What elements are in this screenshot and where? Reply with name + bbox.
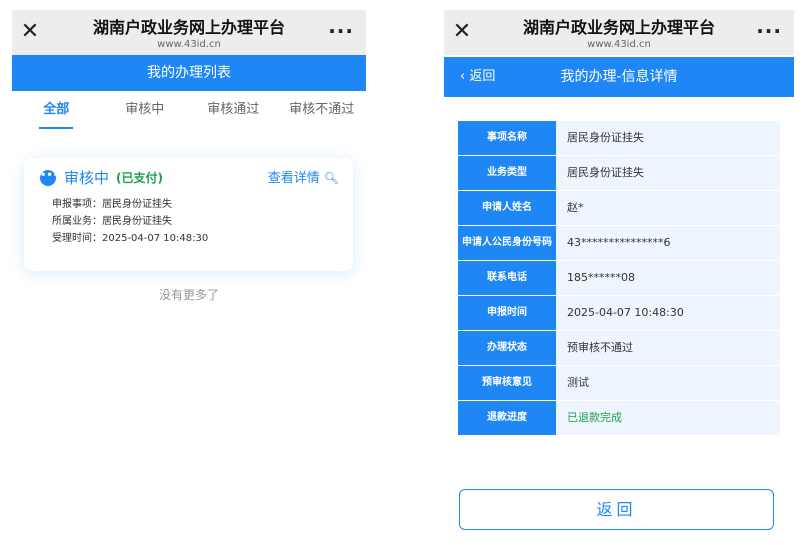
row-value: 2025-04-07 10:48:30 — [556, 296, 780, 330]
table-row: 事项名称 居民身份证挂失 — [458, 121, 780, 156]
table-row: 联系电话 185******08 — [458, 261, 780, 296]
more-icon[interactable]: ··· — [328, 20, 354, 42]
table-row: 退款进度 已退款完成 — [458, 401, 780, 436]
row-label: 事项名称 — [458, 121, 556, 155]
view-detail-label: 查看详情 — [267, 171, 320, 186]
table-row: 预审核意见 测试 — [458, 366, 780, 401]
wechat-top-bar: ✕ 湖南户政业务网上办理平台 www.43id.cn ··· — [12, 10, 366, 55]
tab-approved[interactable]: 审核通过 — [189, 91, 278, 131]
search-icon: 🔍︎ — [323, 171, 339, 185]
list-header: 我的办理列表 — [12, 55, 366, 91]
back-link-label: 返回 — [469, 69, 496, 84]
tab-all[interactable]: 全部 — [12, 91, 101, 131]
page-title: 湖南户政业务网上办理平台 — [522, 18, 715, 37]
row-label: 申报时间 — [458, 296, 556, 330]
status-tabs: 全部 审核中 审核通过 审核不通过 — [12, 91, 366, 131]
row-label: 申请人公民身份号码 — [458, 226, 556, 260]
order-list-screen: ✕ 湖南户政业务网上办理平台 www.43id.cn ··· 我的办理列表 全部… — [12, 0, 366, 545]
row-value: 预审核不通过 — [556, 331, 780, 365]
row-value: 已退款完成 — [556, 401, 780, 435]
tab-rejected[interactable]: 审核不通过 — [278, 91, 367, 131]
pending-icon: ••• — [40, 170, 59, 186]
detail-title: 我的办理-信息详情 — [560, 69, 678, 85]
wechat-top-bar: ✕ 湖南户政业务网上办理平台 www.43id.cn ··· — [444, 10, 794, 55]
row-value: 赵* — [556, 191, 780, 225]
row-label: 联系电话 — [458, 261, 556, 295]
row-value: 居民身份证挂失 — [556, 121, 780, 155]
tab-reviewing[interactable]: 审核中 — [101, 91, 190, 131]
table-row: 申请人姓名 赵* — [458, 191, 780, 226]
detail-header: ‹ 返回 我的办理-信息详情 — [444, 57, 794, 97]
row-value: 185******08 — [556, 261, 780, 295]
back-link[interactable]: ‹ 返回 — [460, 57, 495, 97]
detail-screen: ✕ 湖南户政业务网上办理平台 www.43id.cn ··· ‹ 返回 我的办理… — [444, 0, 794, 545]
table-row: 申请人公民身份号码 43***************6 — [458, 226, 780, 261]
paid-badge: (已支付) — [116, 171, 163, 185]
table-row: 申报时间 2025-04-07 10:48:30 — [458, 296, 780, 331]
card-row-item: 申报事项：居民身份证挂失 — [52, 199, 172, 210]
status-label: 审核中 — [64, 169, 110, 187]
view-detail-link[interactable]: 查看详情 🔍︎ — [268, 170, 339, 187]
card-row-business: 所属业务：居民身份证挂失 — [52, 216, 172, 227]
domain-label: www.43id.cn — [157, 39, 221, 50]
domain-label: www.43id.cn — [587, 39, 651, 50]
row-value: 居民身份证挂失 — [556, 156, 780, 190]
chevron-left-icon: ‹ — [460, 69, 470, 84]
row-label: 业务类型 — [458, 156, 556, 190]
table-row: 业务类型 居民身份证挂失 — [458, 156, 780, 191]
row-label: 办理状态 — [458, 331, 556, 365]
application-card[interactable]: ••• 审核中 (已支付) 查看详情 🔍︎ 申报事项：居民身份证挂失 所属业务：居… — [24, 158, 353, 271]
row-label: 预审核意见 — [458, 366, 556, 400]
row-value: 测试 — [556, 366, 780, 400]
no-more-text: 没有更多了 — [158, 288, 219, 302]
back-button[interactable]: 返回 — [459, 489, 774, 530]
row-value: 43***************6 — [556, 226, 780, 260]
table-row: 办理状态 预审核不通过 — [458, 331, 780, 366]
row-label: 申请人姓名 — [458, 191, 556, 225]
page-title: 湖南户政业务网上办理平台 — [92, 18, 285, 37]
card-row-time: 受理时间：2025-04-07 10:48:30 — [52, 233, 209, 244]
more-icon[interactable]: ··· — [756, 20, 782, 42]
detail-table: 事项名称 居民身份证挂失 业务类型 居民身份证挂失 申请人姓名 赵* 申请人公民身份号… — [458, 121, 780, 436]
row-label: 退款进度 — [458, 401, 556, 435]
